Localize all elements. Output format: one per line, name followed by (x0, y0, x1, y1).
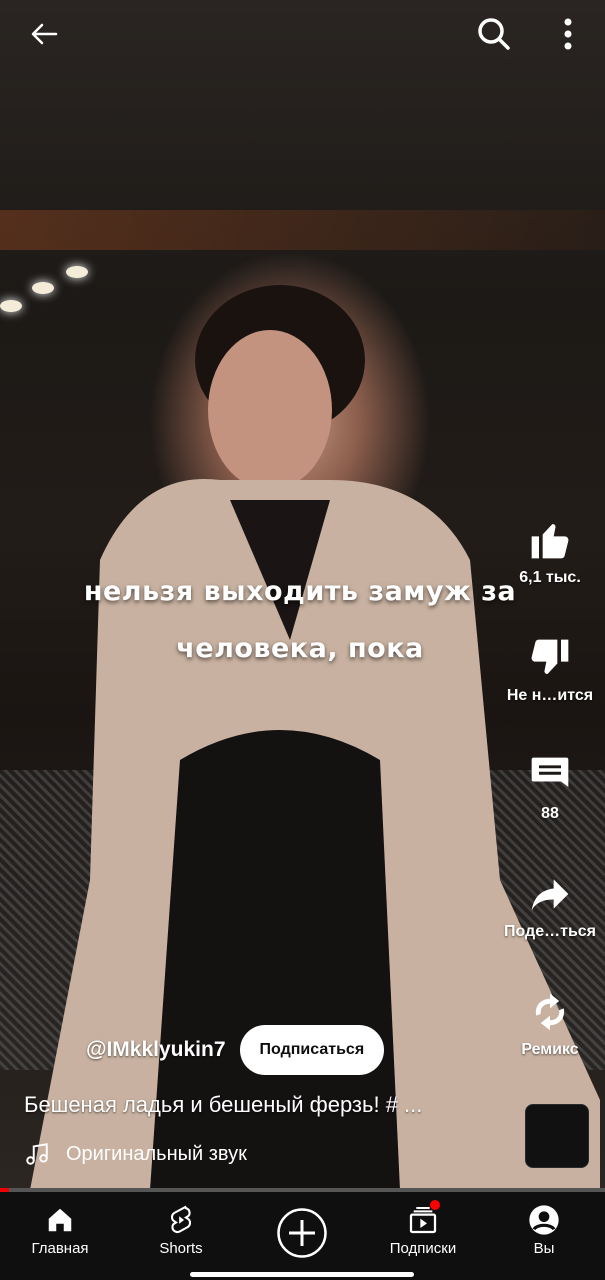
shorts-icon (170, 1205, 192, 1234)
system-home-indicator[interactable] (190, 1272, 414, 1277)
create-icon (277, 1208, 327, 1258)
search-button[interactable] (474, 14, 514, 54)
nav-shorts[interactable]: Shorts (126, 1200, 236, 1257)
like-count: 6,1 тыс. (519, 569, 581, 586)
more-vert-icon (564, 18, 572, 50)
nav-create[interactable] (247, 1200, 357, 1262)
nav-you-label: Вы (533, 1240, 555, 1257)
search-icon (478, 18, 510, 50)
dislike-label: Не н…ится (506, 687, 594, 704)
video-subtitle-line-1: нельзя выходить замуж за (83, 576, 517, 607)
dislike-button[interactable]: Не н…ится (495, 633, 605, 705)
more-options-button[interactable] (548, 14, 588, 54)
bottom-navigation: Главная Shorts Подписки Вы (0, 1192, 605, 1280)
video-subtitle-line-2: человека, пока (176, 633, 424, 664)
sound-row[interactable]: Оригинальный звук (24, 1139, 247, 1169)
notification-dot (430, 1200, 440, 1210)
like-button[interactable]: 6,1 тыс. (495, 515, 605, 587)
arrow-left-icon (31, 23, 58, 45)
share-icon (531, 879, 569, 911)
nav-subscriptions-label: Подписки (389, 1240, 457, 1257)
comments-count: 88 (541, 805, 559, 822)
thumbs-up-icon (531, 524, 569, 559)
comments-button[interactable]: 88 (495, 751, 605, 823)
share-button[interactable]: Поде…ться (495, 869, 605, 941)
channel-row: @IMkklyukin7 Подписаться (86, 1025, 385, 1075)
nav-home[interactable]: Главная (5, 1200, 115, 1257)
top-bar (0, 0, 605, 70)
nav-subscriptions[interactable]: Подписки (368, 1200, 478, 1257)
sound-thumbnail[interactable] (525, 1104, 589, 1168)
music-note-icon (24, 1139, 54, 1169)
nav-home-label: Главная (31, 1240, 89, 1257)
comment-icon (531, 757, 569, 787)
thumbs-down-icon (531, 639, 569, 674)
share-label: Поде…ться (503, 923, 597, 940)
home-icon (48, 1208, 72, 1232)
back-button[interactable] (24, 14, 64, 54)
subscribe-button[interactable]: Подписаться (239, 1025, 385, 1075)
video-title[interactable]: Бешеная ладья и бешеный ферзь! # ... (24, 1092, 494, 1118)
remix-label: Ремикс (521, 1041, 579, 1058)
remix-icon (535, 993, 565, 1031)
nav-you[interactable]: Вы (489, 1200, 599, 1257)
sound-label: Оригинальный звук (66, 1142, 247, 1165)
channel-name[interactable]: @IMkklyukin7 (86, 1038, 226, 1062)
profile-icon (529, 1205, 559, 1235)
remix-button[interactable]: Ремикс (495, 987, 605, 1059)
nav-shorts-label: Shorts (159, 1240, 203, 1257)
